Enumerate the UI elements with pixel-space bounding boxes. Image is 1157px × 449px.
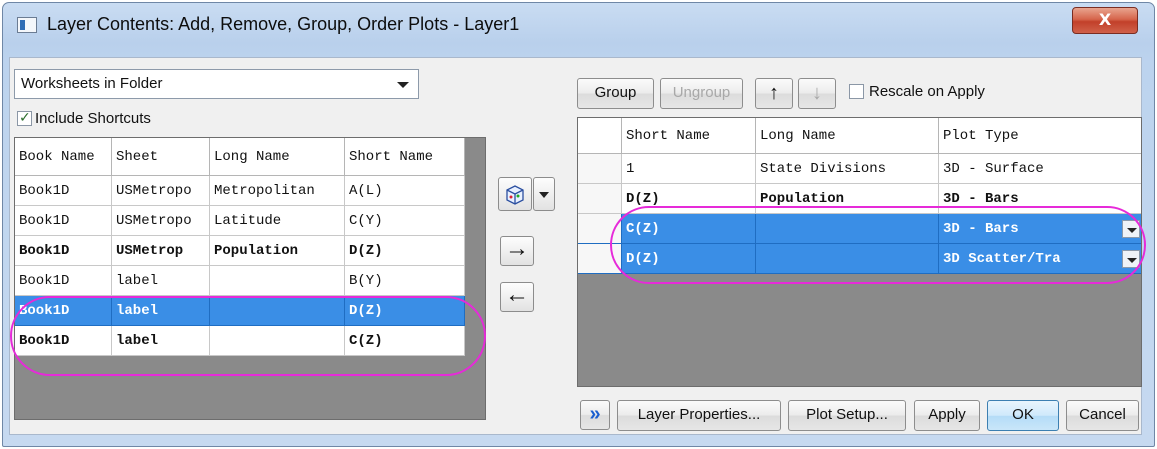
sheet-cell[interactable]: USMetrop bbox=[112, 236, 210, 266]
table-row[interactable]: Book1D label C(Z) bbox=[15, 326, 485, 356]
plot-cube-icon bbox=[506, 185, 524, 205]
book-name-cell[interactable]: Book1D bbox=[15, 206, 112, 236]
table-row[interactable]: C(Z) 3D - Bars bbox=[578, 214, 1141, 244]
cancel-button[interactable]: Cancel bbox=[1066, 400, 1139, 431]
long-name-cell[interactable] bbox=[210, 296, 345, 326]
sheet-cell[interactable]: label bbox=[112, 296, 210, 326]
plot-type-cell[interactable]: 3D - Bars bbox=[939, 184, 1141, 214]
long-name-cell[interactable]: State Divisions bbox=[756, 154, 939, 184]
plot-type-dropdown[interactable] bbox=[533, 177, 555, 211]
remove-from-layer-button[interactable]: ← bbox=[500, 282, 534, 312]
source-combo[interactable]: Worksheets in Folder bbox=[14, 69, 419, 99]
column-header[interactable]: Book Name bbox=[15, 138, 112, 176]
long-name-cell[interactable]: Metropolitan bbox=[210, 176, 345, 206]
layer-plots-grid[interactable]: Short Name Long Name Plot Type 1 State Divis… bbox=[577, 117, 1142, 387]
window-icon bbox=[17, 17, 37, 33]
column-header[interactable]: Short Name bbox=[622, 118, 756, 154]
short-name-cell[interactable]: D(Z) bbox=[345, 236, 465, 266]
table-row[interactable]: Book1D USMetrop Population D(Z) bbox=[15, 236, 485, 266]
plot-type-cell[interactable]: 3D - Surface bbox=[939, 154, 1141, 184]
expand-button[interactable]: » bbox=[580, 400, 610, 430]
short-name-cell[interactable]: C(Y) bbox=[345, 206, 465, 236]
short-name-cell[interactable]: C(Z) bbox=[345, 326, 465, 356]
sheet-cell[interactable]: USMetropo bbox=[112, 206, 210, 236]
move-up-button[interactable]: ↑ bbox=[755, 78, 793, 109]
apply-button[interactable]: Apply bbox=[914, 400, 980, 431]
add-plot-type-button[interactable] bbox=[498, 177, 532, 211]
arrow-right-icon: → bbox=[505, 235, 529, 262]
sheet-cell[interactable]: label bbox=[112, 326, 210, 356]
book-name-cell[interactable]: Book1D bbox=[15, 266, 112, 296]
short-name-cell[interactable]: 1 bbox=[622, 154, 756, 184]
close-button[interactable]: X bbox=[1072, 7, 1138, 34]
long-name-cell[interactable] bbox=[756, 244, 939, 274]
column-header[interactable]: Long Name bbox=[210, 138, 345, 176]
group-button[interactable]: Group bbox=[577, 78, 654, 109]
plot-type-dropdown-icon[interactable] bbox=[1122, 220, 1140, 238]
book-name-cell[interactable]: Book1D bbox=[15, 176, 112, 206]
add-to-layer-button[interactable]: → bbox=[500, 236, 534, 266]
short-name-cell[interactable]: D(Z) bbox=[622, 184, 756, 214]
long-name-cell[interactable] bbox=[210, 326, 345, 356]
row-header[interactable] bbox=[578, 214, 622, 244]
long-name-cell[interactable]: Latitude bbox=[210, 206, 345, 236]
rescale-on-apply-checkbox[interactable]: Rescale on Apply bbox=[849, 82, 985, 100]
long-name-cell[interactable]: Population bbox=[756, 184, 939, 214]
table-row[interactable]: D(Z) Population 3D - Bars bbox=[578, 184, 1141, 214]
grid-header: Short Name Long Name Plot Type bbox=[578, 118, 1141, 154]
column-header[interactable]: Sheet bbox=[112, 138, 210, 176]
source-data-grid[interactable]: Book Name Sheet Long Name Short Name Book1D U… bbox=[14, 137, 486, 420]
long-name-cell[interactable] bbox=[756, 214, 939, 244]
row-header[interactable] bbox=[578, 154, 622, 184]
short-name-cell[interactable]: A(L) bbox=[345, 176, 465, 206]
book-name-cell[interactable]: Book1D bbox=[15, 326, 112, 356]
source-combo-value: Worksheets in Folder bbox=[21, 75, 163, 92]
layer-properties-button[interactable]: Layer Properties... bbox=[617, 400, 781, 431]
book-name-cell[interactable]: Book1D bbox=[15, 296, 112, 326]
include-shortcuts-checkbox[interactable]: Include Shortcuts bbox=[17, 109, 151, 127]
short-name-cell[interactable]: B(Y) bbox=[345, 266, 465, 296]
row-header[interactable] bbox=[578, 244, 622, 274]
plot-type-cell[interactable]: 3D Scatter/Tra bbox=[939, 244, 1141, 274]
table-row[interactable]: Book1D USMetropo Metropolitan A(L) bbox=[15, 176, 485, 206]
table-row[interactable]: 1 State Divisions 3D - Surface bbox=[578, 154, 1141, 184]
table-row[interactable]: D(Z) 3D Scatter/Tra bbox=[578, 244, 1141, 274]
table-row[interactable]: Book1D USMetropo Latitude C(Y) bbox=[15, 206, 485, 236]
window-title: Layer Contents: Add, Remove, Group, Orde… bbox=[47, 14, 520, 34]
ok-button[interactable]: OK bbox=[987, 400, 1059, 431]
include-shortcuts-label: Include Shortcuts bbox=[35, 109, 151, 127]
short-name-cell[interactable]: C(Z) bbox=[622, 214, 756, 244]
checkbox-checked-icon bbox=[17, 109, 32, 126]
plot-type-cell[interactable]: 3D - Bars bbox=[939, 214, 1141, 244]
book-name-cell[interactable]: Book1D bbox=[15, 236, 112, 266]
move-down-button[interactable]: ↓ bbox=[798, 78, 836, 109]
table-row[interactable]: Book1D label B(Y) bbox=[15, 266, 485, 296]
sheet-cell[interactable]: label bbox=[112, 266, 210, 296]
short-name-cell[interactable]: D(Z) bbox=[622, 244, 756, 274]
row-header[interactable] bbox=[578, 184, 622, 214]
column-header[interactable]: Long Name bbox=[756, 118, 939, 154]
plot-setup-button[interactable]: Plot Setup... bbox=[788, 400, 906, 431]
plot-type-dropdown-icon[interactable] bbox=[1122, 250, 1140, 268]
arrow-down-icon: ↓ bbox=[812, 82, 822, 104]
checkbox-unchecked-icon bbox=[849, 83, 864, 99]
arrow-up-icon: ↑ bbox=[769, 82, 779, 104]
column-header[interactable]: Short Name bbox=[345, 138, 465, 176]
grid-header: Book Name Sheet Long Name Short Name bbox=[15, 138, 485, 176]
rescale-label: Rescale on Apply bbox=[869, 82, 985, 100]
ungroup-button[interactable]: Ungroup bbox=[660, 78, 743, 109]
table-row[interactable]: Book1D label D(Z) bbox=[15, 296, 485, 326]
long-name-cell[interactable]: Population bbox=[210, 236, 345, 266]
long-name-cell[interactable] bbox=[210, 266, 345, 296]
arrow-left-icon: ← bbox=[505, 281, 529, 308]
short-name-cell[interactable]: D(Z) bbox=[345, 296, 465, 326]
chevron-down-icon bbox=[397, 82, 409, 88]
column-header[interactable]: Plot Type bbox=[939, 118, 1141, 154]
chevron-down-icon bbox=[539, 192, 549, 198]
corner-header[interactable] bbox=[578, 118, 622, 154]
sheet-cell[interactable]: USMetropo bbox=[112, 176, 210, 206]
title-bar[interactable]: Layer Contents: Add, Remove, Group, Orde… bbox=[3, 3, 1154, 45]
